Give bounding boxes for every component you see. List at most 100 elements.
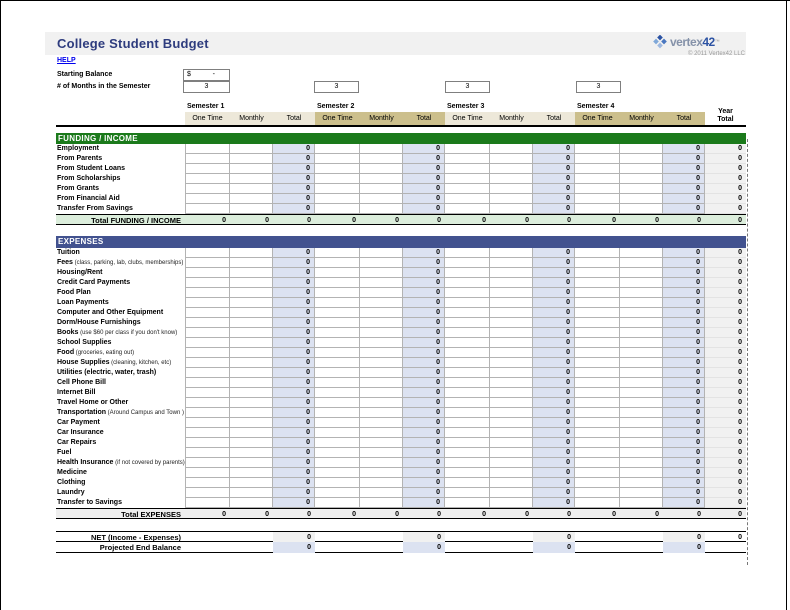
- cell-monthly[interactable]: [230, 448, 273, 458]
- cell-one-time[interactable]: [185, 248, 230, 258]
- cell-one-time[interactable]: [445, 204, 490, 214]
- cell-monthly[interactable]: [360, 308, 403, 318]
- cell-one-time[interactable]: [315, 368, 360, 378]
- cell-one-time[interactable]: [315, 398, 360, 408]
- cell-monthly[interactable]: [620, 478, 663, 488]
- cell-one-time[interactable]: [315, 204, 360, 214]
- cell-monthly[interactable]: [360, 204, 403, 214]
- cell-monthly[interactable]: [360, 338, 403, 348]
- cell-monthly[interactable]: [490, 418, 533, 428]
- cell-one-time[interactable]: [575, 388, 620, 398]
- cell-monthly[interactable]: [490, 458, 533, 468]
- cell-monthly[interactable]: [490, 164, 533, 174]
- cell-monthly[interactable]: [230, 418, 273, 428]
- cell-one-time[interactable]: [445, 478, 490, 488]
- months-input-semester-4[interactable]: 3: [576, 81, 621, 93]
- cell-monthly[interactable]: [360, 448, 403, 458]
- cell-monthly[interactable]: [490, 184, 533, 194]
- cell-one-time[interactable]: [315, 448, 360, 458]
- cell-monthly[interactable]: [490, 154, 533, 164]
- cell-one-time[interactable]: [185, 428, 230, 438]
- cell-one-time[interactable]: [445, 488, 490, 498]
- cell-one-time[interactable]: [185, 338, 230, 348]
- cell-one-time[interactable]: [185, 408, 230, 418]
- cell-monthly[interactable]: [360, 328, 403, 338]
- cell-one-time[interactable]: [575, 438, 620, 448]
- help-link[interactable]: HELP: [57, 57, 76, 64]
- cell-monthly[interactable]: [620, 388, 663, 398]
- cell-monthly[interactable]: [490, 478, 533, 488]
- cell-one-time[interactable]: [575, 248, 620, 258]
- cell-one-time[interactable]: [185, 278, 230, 288]
- cell-one-time[interactable]: [315, 144, 360, 154]
- cell-monthly[interactable]: [490, 398, 533, 408]
- cell-one-time[interactable]: [575, 194, 620, 204]
- cell-one-time[interactable]: [185, 144, 230, 154]
- cell-monthly[interactable]: [360, 468, 403, 478]
- cell-monthly[interactable]: [230, 438, 273, 448]
- cell-monthly[interactable]: [360, 488, 403, 498]
- cell-monthly[interactable]: [620, 498, 663, 508]
- cell-monthly[interactable]: [490, 268, 533, 278]
- cell-monthly[interactable]: [360, 398, 403, 408]
- cell-monthly[interactable]: [360, 154, 403, 164]
- cell-one-time[interactable]: [575, 184, 620, 194]
- cell-monthly[interactable]: [620, 288, 663, 298]
- cell-one-time[interactable]: [575, 398, 620, 408]
- cell-one-time[interactable]: [445, 428, 490, 438]
- cell-monthly[interactable]: [490, 328, 533, 338]
- cell-monthly[interactable]: [490, 288, 533, 298]
- cell-one-time[interactable]: [185, 388, 230, 398]
- cell-monthly[interactable]: [360, 174, 403, 184]
- cell-one-time[interactable]: [575, 298, 620, 308]
- cell-one-time[interactable]: [185, 458, 230, 468]
- cell-monthly[interactable]: [360, 438, 403, 448]
- cell-one-time[interactable]: [315, 468, 360, 478]
- cell-one-time[interactable]: [315, 248, 360, 258]
- cell-one-time[interactable]: [575, 468, 620, 478]
- cell-monthly[interactable]: [490, 278, 533, 288]
- cell-one-time[interactable]: [575, 418, 620, 428]
- cell-one-time[interactable]: [575, 144, 620, 154]
- cell-one-time[interactable]: [315, 308, 360, 318]
- cell-monthly[interactable]: [230, 458, 273, 468]
- cell-monthly[interactable]: [490, 194, 533, 204]
- cell-one-time[interactable]: [185, 418, 230, 428]
- cell-monthly[interactable]: [620, 174, 663, 184]
- cell-one-time[interactable]: [315, 348, 360, 358]
- cell-one-time[interactable]: [445, 174, 490, 184]
- cell-one-time[interactable]: [315, 174, 360, 184]
- cell-one-time[interactable]: [315, 258, 360, 268]
- cell-one-time[interactable]: [575, 478, 620, 488]
- cell-monthly[interactable]: [360, 268, 403, 278]
- cell-monthly[interactable]: [360, 248, 403, 258]
- cell-monthly[interactable]: [490, 258, 533, 268]
- cell-monthly[interactable]: [230, 428, 273, 438]
- cell-one-time[interactable]: [575, 288, 620, 298]
- cell-one-time[interactable]: [445, 458, 490, 468]
- cell-one-time[interactable]: [315, 164, 360, 174]
- cell-one-time[interactable]: [315, 268, 360, 278]
- cell-one-time[interactable]: [575, 308, 620, 318]
- cell-monthly[interactable]: [490, 498, 533, 508]
- cell-one-time[interactable]: [185, 438, 230, 448]
- cell-monthly[interactable]: [360, 378, 403, 388]
- cell-one-time[interactable]: [315, 428, 360, 438]
- cell-one-time[interactable]: [445, 298, 490, 308]
- cell-monthly[interactable]: [490, 174, 533, 184]
- cell-monthly[interactable]: [360, 478, 403, 488]
- cell-monthly[interactable]: [490, 368, 533, 378]
- cell-one-time[interactable]: [445, 438, 490, 448]
- cell-one-time[interactable]: [575, 278, 620, 288]
- cell-monthly[interactable]: [360, 144, 403, 154]
- cell-monthly[interactable]: [490, 448, 533, 458]
- cell-one-time[interactable]: [185, 204, 230, 214]
- cell-one-time[interactable]: [445, 184, 490, 194]
- cell-one-time[interactable]: [315, 318, 360, 328]
- cell-one-time[interactable]: [575, 378, 620, 388]
- cell-one-time[interactable]: [575, 428, 620, 438]
- cell-one-time[interactable]: [185, 498, 230, 508]
- cell-monthly[interactable]: [230, 498, 273, 508]
- cell-monthly[interactable]: [490, 144, 533, 154]
- cell-monthly[interactable]: [620, 408, 663, 418]
